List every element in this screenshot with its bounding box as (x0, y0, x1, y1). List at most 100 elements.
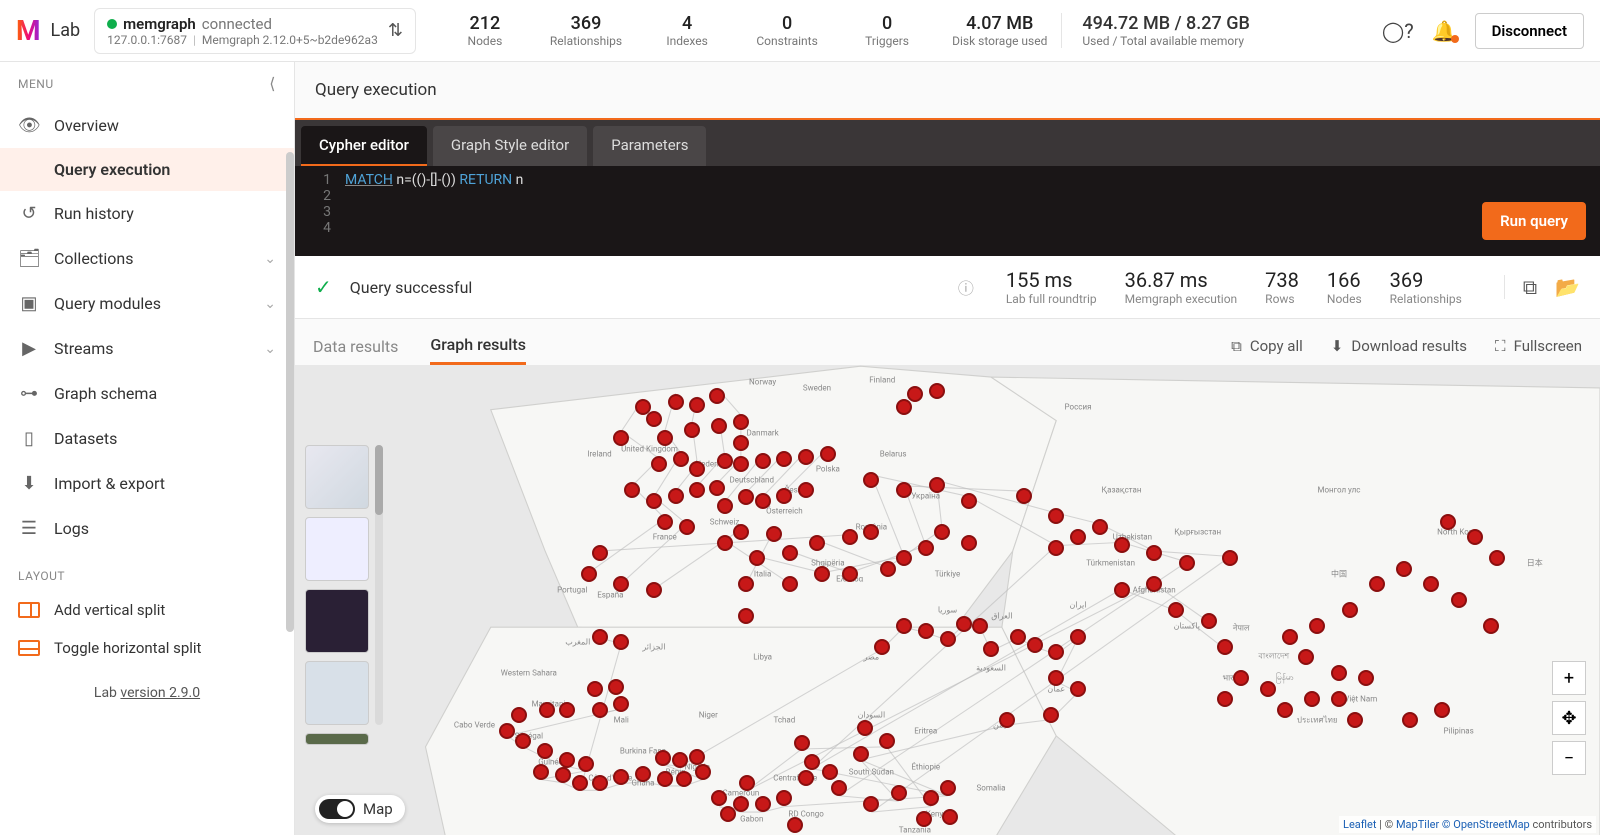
graph-node[interactable] (1347, 712, 1363, 728)
graph-node[interactable] (537, 743, 553, 759)
graph-node[interactable] (717, 535, 733, 551)
graph-node[interactable] (613, 769, 629, 785)
run-query-button[interactable]: Run query (1482, 202, 1586, 240)
graph-node[interactable] (896, 618, 912, 634)
graph-node[interactable] (738, 576, 754, 592)
leaflet-link[interactable]: Leaflet (1343, 818, 1376, 831)
sidebar-scrollbar[interactable] (286, 152, 294, 632)
graph-node[interactable] (717, 498, 733, 514)
graph-node[interactable] (657, 514, 673, 530)
sidebar-item-datasets[interactable]: ▯Datasets (0, 416, 294, 461)
sidebar-item-import-export[interactable]: ⬇Import & export (0, 461, 294, 506)
basemap-thumb[interactable] (305, 517, 369, 581)
graph-node[interactable] (657, 430, 673, 446)
graph-node[interactable] (1016, 488, 1032, 504)
graph-node[interactable] (613, 430, 629, 446)
layout-v[interactable]: Add vertical split (0, 591, 294, 629)
graph-node[interactable] (896, 482, 912, 498)
graph-node[interactable] (711, 790, 727, 806)
graph-node[interactable] (896, 550, 912, 566)
graph-node[interactable] (511, 707, 527, 723)
connection-box[interactable]: memgraph connected 127.0.0.1:7687 | Memg… (94, 8, 416, 54)
graph-node[interactable] (934, 524, 950, 540)
sidebar-item-streams[interactable]: ▶Streams⌄ (0, 326, 294, 371)
graph-node[interactable] (539, 702, 555, 718)
graph-node[interactable] (689, 461, 705, 477)
code-editor[interactable]: 1MATCH n=(()-[]-()) RETURN n 2 3 4 Run q… (295, 166, 1600, 256)
graph-node[interactable] (1467, 529, 1483, 545)
graph-node[interactable] (1309, 618, 1325, 634)
graph-node[interactable] (1277, 702, 1293, 718)
graph-node[interactable] (1217, 639, 1233, 655)
graph-node[interactable] (1179, 555, 1195, 571)
graph-node[interactable] (929, 383, 945, 399)
open-folder-icon[interactable]: 📂 (1555, 275, 1580, 299)
graph-node[interactable] (809, 535, 825, 551)
graph-node[interactable] (613, 576, 629, 592)
graph-node[interactable] (559, 752, 575, 768)
graph-node[interactable] (555, 767, 571, 783)
graph-node[interactable] (1146, 545, 1162, 561)
graph-node[interactable] (879, 733, 895, 749)
graph-node[interactable] (592, 545, 608, 561)
graph-node[interactable] (1260, 681, 1276, 697)
graph-node[interactable] (822, 764, 838, 780)
basemap-thumb[interactable] (305, 589, 369, 653)
graph-node[interactable] (1423, 576, 1439, 592)
graph-node[interactable] (559, 702, 575, 718)
graph-node[interactable] (1298, 649, 1314, 665)
tab-graph-results[interactable]: Graph results (430, 327, 526, 365)
graph-node[interactable] (1114, 537, 1130, 553)
graph-node[interactable] (929, 477, 945, 493)
graph-node[interactable] (635, 766, 651, 782)
graph-node[interactable] (709, 388, 725, 404)
fullscreen-button[interactable]: ⛶Fullscreen (1495, 337, 1582, 355)
graph-node[interactable] (733, 524, 749, 540)
graph-node[interactable] (918, 623, 934, 639)
graph-node[interactable] (1233, 670, 1249, 686)
graph-node[interactable] (572, 775, 588, 791)
graph-node[interactable] (1217, 691, 1233, 707)
graph-node[interactable] (907, 386, 923, 402)
graph-node[interactable] (776, 488, 792, 504)
graph-node[interactable] (918, 540, 934, 556)
graph-node[interactable] (923, 790, 939, 806)
osm-link[interactable]: © OpenStreetMap (1439, 818, 1530, 831)
graph-node[interactable] (1402, 712, 1418, 728)
graph-node[interactable] (863, 524, 879, 540)
graph-node[interactable] (733, 414, 749, 430)
graph-node[interactable] (798, 482, 814, 498)
graph-node[interactable] (940, 780, 956, 796)
graph-node[interactable] (717, 453, 733, 469)
graph-node[interactable] (592, 629, 608, 645)
graph-node[interactable] (592, 702, 608, 718)
graph-node[interactable] (709, 480, 725, 496)
graph-node[interactable] (942, 809, 958, 825)
graph-node[interactable] (613, 634, 629, 650)
graph-node[interactable] (689, 482, 705, 498)
graph-node[interactable] (739, 775, 755, 791)
graph-node[interactable] (733, 435, 749, 451)
graph-node[interactable] (863, 472, 879, 488)
graph-node[interactable] (798, 770, 814, 786)
graph-node[interactable] (533, 764, 549, 780)
tab-parameters[interactable]: Parameters (593, 126, 706, 166)
graph-node[interactable] (1282, 629, 1298, 645)
graph-node[interactable] (804, 754, 820, 770)
copy-icon[interactable]: ⧉ (1523, 275, 1537, 299)
graph-node[interactable] (1483, 618, 1499, 634)
graph-node[interactable] (798, 449, 814, 465)
graph-node[interactable] (646, 582, 662, 598)
graph-node[interactable] (755, 796, 771, 812)
graph-node[interactable] (711, 418, 727, 434)
graph-node[interactable] (689, 749, 705, 765)
graph-node[interactable] (1168, 602, 1184, 618)
graph-node[interactable] (999, 712, 1015, 728)
graph-node[interactable] (651, 456, 667, 472)
graph-node[interactable] (613, 696, 629, 712)
graph-node[interactable] (499, 723, 515, 739)
graph-node[interactable] (916, 811, 932, 827)
layout-h[interactable]: Toggle horizontal split (0, 629, 294, 667)
download-results-button[interactable]: ⬇Download results (1331, 337, 1467, 355)
sidebar-item-graph-schema[interactable]: ⊶Graph schema (0, 371, 294, 416)
